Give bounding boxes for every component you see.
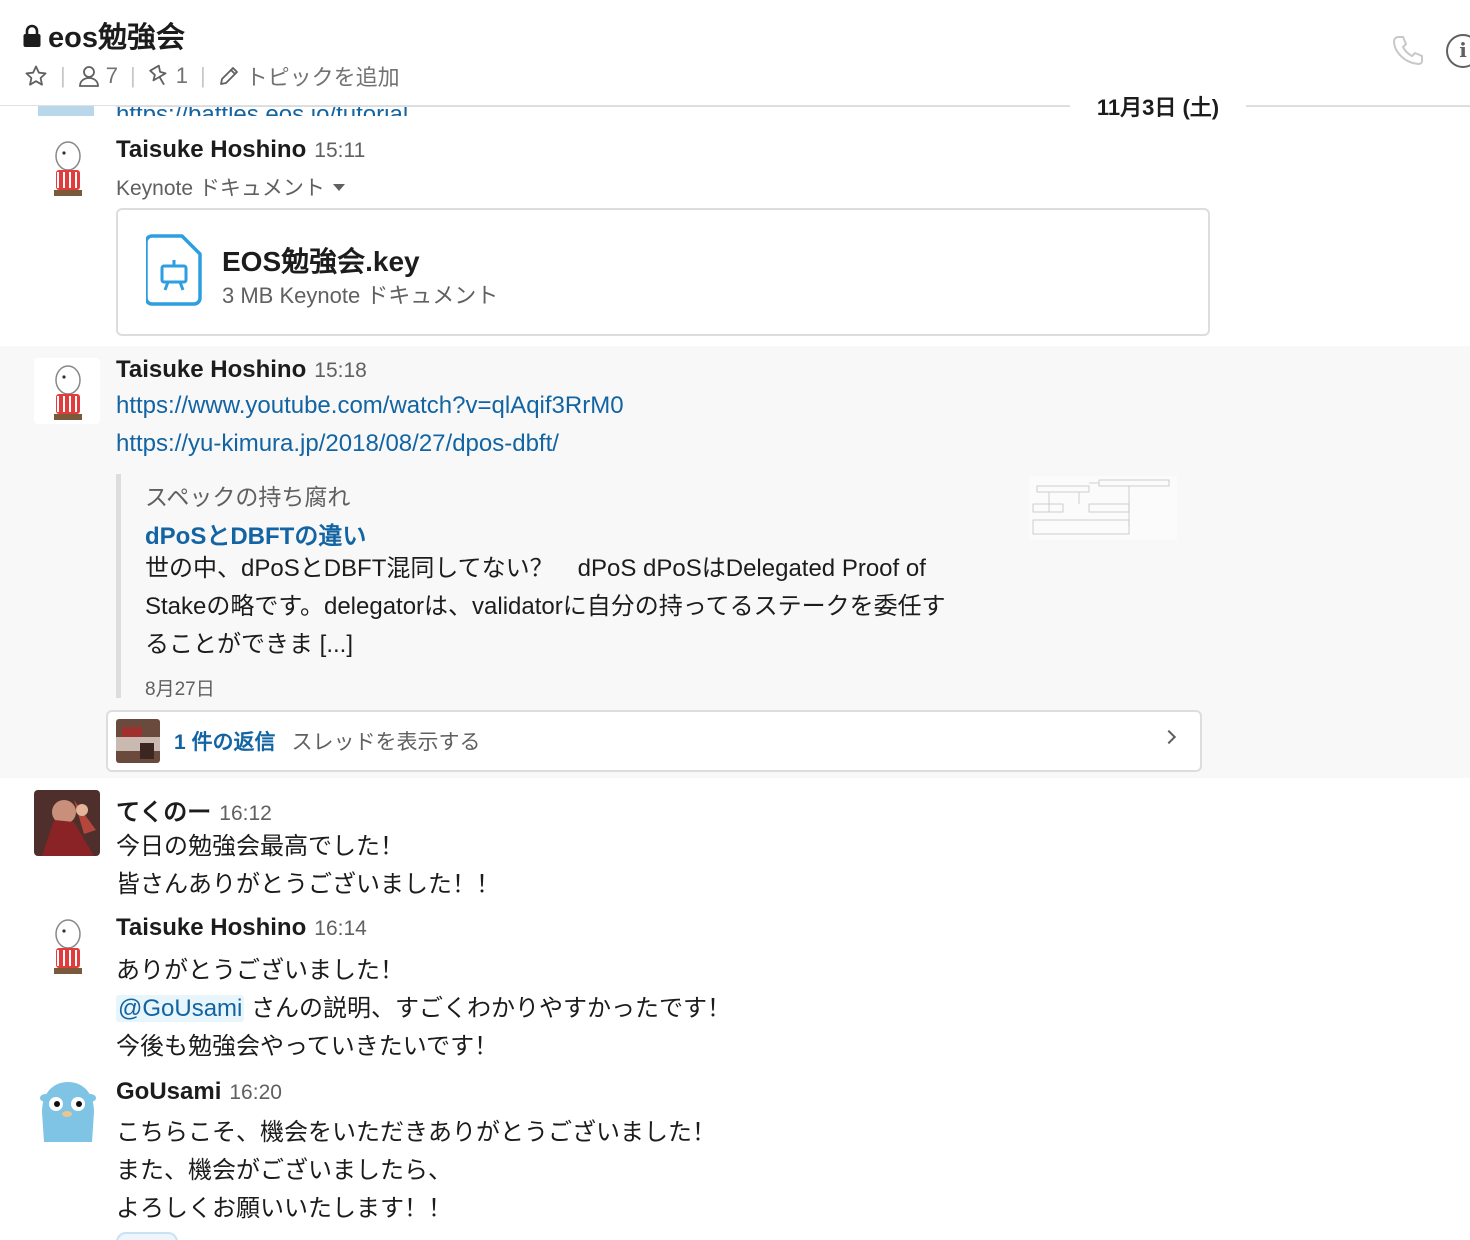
meta-separator: | xyxy=(60,63,66,88)
lock-icon xyxy=(22,23,42,47)
pins-button[interactable]: 1 xyxy=(148,63,188,89)
link-preview-site: スペックの持ち腐れ xyxy=(145,484,351,510)
add-topic-button[interactable]: トピックを追加 xyxy=(218,60,400,92)
message-author[interactable]: Taisuke Hoshino 15:11 xyxy=(116,136,365,164)
avatar[interactable] xyxy=(34,790,100,856)
message[interactable]: てくのー 16:12 今日の勉強会最高でした！ 皆さんありがとうございました！！ xyxy=(0,778,1470,898)
channel-meta: | 7 | 1 | トピックを追加 xyxy=(24,60,400,92)
message-text: ありがとうございました！ xyxy=(116,957,404,984)
channel-title[interactable]: eos勉強会 xyxy=(22,14,185,56)
message-text: こちらこそ、機会をいただきありがとうございました！ xyxy=(116,1119,716,1146)
message-time[interactable]: 15:11 xyxy=(314,139,365,162)
star-button[interactable] xyxy=(24,64,48,88)
message[interactable]: Taisuke Hoshino 16:14 ありがとうございました！ @GoUsa… xyxy=(0,898,1470,1060)
user-mention[interactable]: @GoUsami xyxy=(116,995,245,1022)
message-author[interactable]: GoUsami 16:20 xyxy=(116,1078,282,1106)
message-author[interactable]: Taisuke Hoshino 15:18 xyxy=(116,356,367,384)
thread-replies-bar[interactable]: 1 件の返信 スレッドを表示する xyxy=(106,710,1202,772)
avatar[interactable] xyxy=(34,1076,100,1142)
add-topic-label: トピックを追加 xyxy=(245,65,400,90)
message-link[interactable]: https://yu-kimura.jp/2018/08/27/dpos-dbf… xyxy=(116,430,559,458)
thread-view-label[interactable]: スレッドを表示する xyxy=(292,726,481,756)
message[interactable]: Taisuke Hoshino 15:11 Keynote ドキュメント EOS勉… xyxy=(0,130,1470,346)
star-icon xyxy=(25,65,47,86)
message-text: 今日の勉強会最高でした！ xyxy=(116,833,404,860)
thread-reply-count[interactable]: 1 件の返信 xyxy=(174,726,276,756)
pencil-icon xyxy=(219,67,238,85)
channel-header: eos勉強会 | 7 | 1 | トピックを追加 xyxy=(0,0,1470,106)
channel-name: eos勉強会 xyxy=(48,22,185,54)
members-count: 7 xyxy=(105,63,118,88)
message-time[interactable]: 16:20 xyxy=(229,1081,282,1104)
file-name[interactable]: EOS勉強会.key xyxy=(222,240,420,280)
phone-icon[interactable] xyxy=(1390,33,1424,67)
avatar[interactable] xyxy=(34,134,100,200)
pin-icon xyxy=(148,64,167,86)
message-text: また、機会がございましたら、 xyxy=(116,1157,452,1184)
message-link[interactable]: https://www.youtube.com/watch?v=qlAqif3R… xyxy=(116,392,624,420)
reply-avatar xyxy=(116,719,160,763)
link-preview-thumbnail[interactable] xyxy=(1029,476,1177,540)
message-text: @GoUsami さんの説明、すごくわかりやすかったです！ xyxy=(116,995,732,1022)
message[interactable]: GoUsami 16:20 こちらこそ、機会をいただきありがとうございました！ ま… xyxy=(0,1058,1470,1240)
meta-separator: | xyxy=(199,63,206,88)
file-meta: 3 MB Keynote ドキュメント xyxy=(222,283,499,308)
link-preview-description: 世の中、dPoSとDBFT混同してない？ dPoS dPoSはDelegated… xyxy=(145,555,946,658)
date-divider[interactable]: 11月3日 (土) xyxy=(1070,92,1246,124)
file-attachment[interactable]: EOS勉強会.key 3 MB Keynote ドキュメント xyxy=(116,208,1210,336)
meta-separator: | xyxy=(129,63,136,88)
chevron-right-icon xyxy=(1161,729,1177,745)
reaction-button[interactable] xyxy=(116,1232,178,1240)
message-time[interactable]: 16:14 xyxy=(314,917,367,940)
dropdown-caret-icon xyxy=(332,183,345,191)
message-text: 皆さんありがとうございました！！ xyxy=(116,871,500,898)
message-author[interactable]: Taisuke Hoshino 16:14 xyxy=(116,914,367,942)
pins-count: 1 xyxy=(175,63,188,88)
message[interactable]: Taisuke Hoshino 15:18 https://www.youtube… xyxy=(0,346,1470,778)
message-time[interactable]: 16:12 xyxy=(219,802,272,825)
keynote-file-icon xyxy=(146,234,202,306)
message-text: 今後も勉強会やっていきたいです！ xyxy=(116,1033,499,1060)
date-divider-line xyxy=(116,106,1470,107)
file-type-toggle[interactable]: Keynote ドキュメント xyxy=(116,172,345,202)
link-preview-title[interactable]: dPoSとDBFTの違い xyxy=(145,516,366,551)
message-author[interactable]: てくのー 16:12 xyxy=(116,792,272,827)
avatar[interactable] xyxy=(34,912,100,978)
link-preview: スペックの持ち腐れ dPoSとDBFTの違い 世の中、dPoSとDBFT混同して… xyxy=(116,474,1177,700)
link-preview-date: 8月27日 xyxy=(145,679,215,700)
members-button[interactable]: 7 xyxy=(78,63,118,89)
person-icon xyxy=(78,66,99,87)
message-time[interactable]: 15:18 xyxy=(314,359,367,382)
message-text: よろしくお願いいたします！！ xyxy=(116,1195,452,1222)
avatar[interactable] xyxy=(34,358,100,424)
info-icon[interactable] xyxy=(1446,34,1470,68)
